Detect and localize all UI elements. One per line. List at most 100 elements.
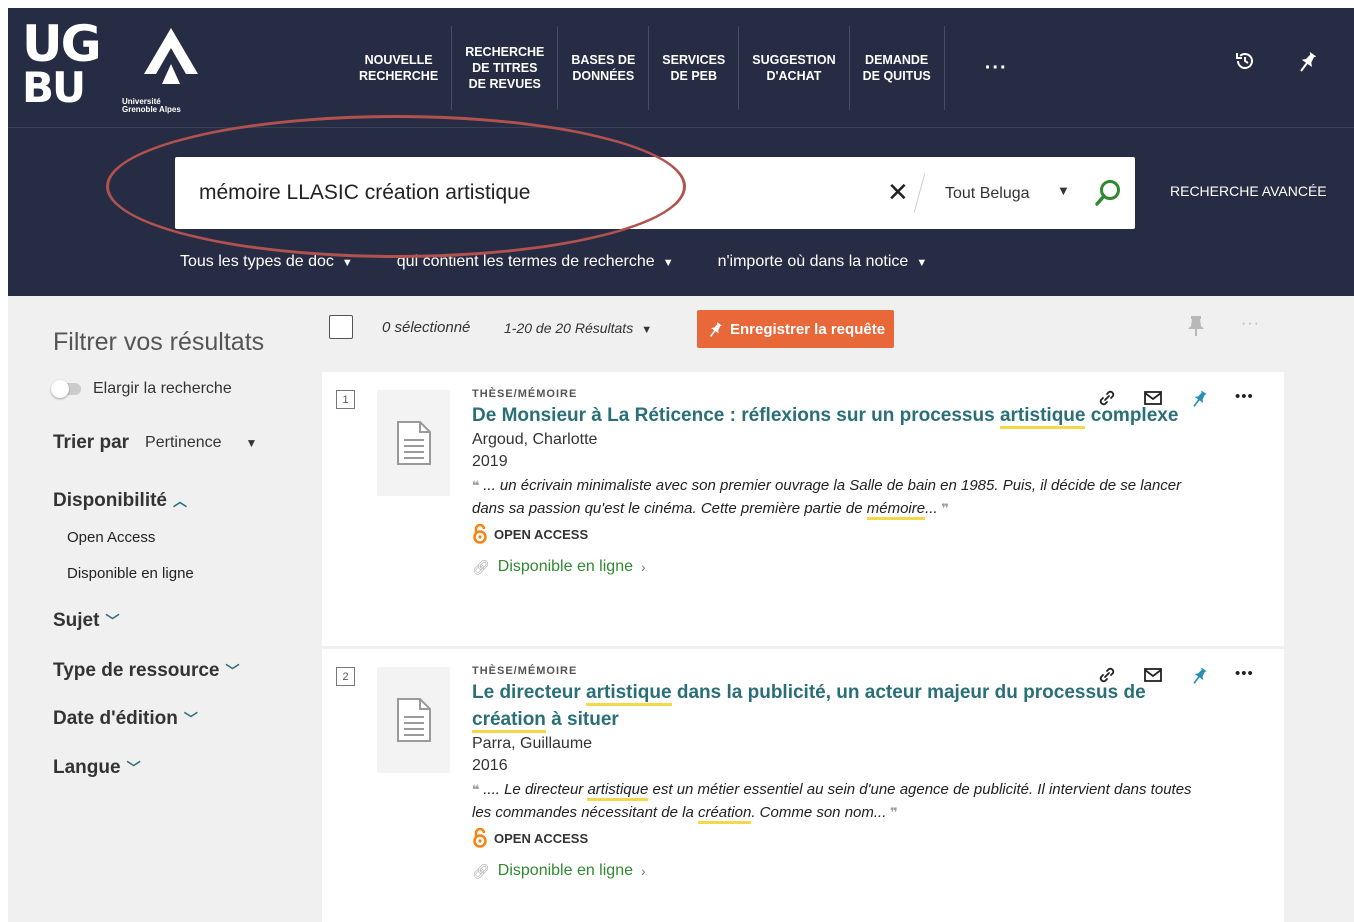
pin-icon[interactable]: [1187, 315, 1205, 342]
title-text: Le directeur: [472, 682, 587, 703]
chevron-up-icon: ︿: [173, 493, 187, 509]
save-query-button[interactable]: Enregistrer la requête: [697, 310, 894, 348]
link-icon[interactable]: [1097, 665, 1117, 690]
open-access-badge: OPEN ACCESS: [472, 524, 1212, 544]
toggle-switch[interactable]: [51, 380, 81, 398]
open-access-badge: OPEN ACCESS: [472, 828, 1212, 848]
selected-count: 0 sélectionné: [382, 319, 471, 336]
advanced-search-link[interactable]: RECHERCHE AVANCÉE: [1170, 183, 1327, 199]
chevron-right-icon: ›: [640, 559, 646, 575]
select-all-checkbox[interactable]: [329, 315, 353, 339]
snippet-text: ... un écrivain minimaliste avec son pre…: [472, 477, 1182, 517]
availability-label: Disponible en ligne: [497, 558, 633, 575]
result-number: 1: [336, 390, 355, 409]
result-snippet: ❝ ... un écrivain minimaliste avec son p…: [472, 474, 1212, 520]
result-snippet: ❝ .... Le directeur artistique est un mé…: [472, 778, 1212, 824]
more-icon[interactable]: •••: [1235, 388, 1254, 413]
snippet-highlight: artistique: [587, 781, 649, 801]
top-navigation-bar: UG BU Université Grenoble Alpes NOUVELLE…: [8, 8, 1354, 127]
search-filters-row: Tous les types de doc ▼ qui contient les …: [180, 253, 927, 271]
nav-peb-services[interactable]: SERVICES DE PEB: [649, 25, 740, 110]
results-count-dropdown[interactable]: 1-20 de 20 Résultats ▼: [504, 320, 652, 336]
quote-open-icon: ❝: [472, 478, 484, 493]
facet-subject[interactable]: Sujet ﹀: [53, 610, 119, 632]
quote-open-icon: ❝: [472, 782, 484, 797]
availability-link[interactable]: 🔗︎ Disponible en ligne ›: [472, 558, 1212, 576]
result-year: 2016: [472, 757, 508, 774]
search-divider: [913, 173, 926, 213]
nav-purchase-suggestion[interactable]: SUGGESTION D'ACHAT: [739, 25, 850, 110]
title-text: dans la publicité, un acteur majeur du p…: [671, 682, 1146, 703]
quote-close-icon: ❞: [886, 805, 898, 820]
facet-publication-date-label: Date d'édition: [53, 708, 178, 729]
document-icon[interactable]: [377, 390, 450, 496]
email-icon[interactable]: [1143, 665, 1163, 690]
snippet-highlight: création: [697, 804, 752, 824]
link-icon: 🔗︎: [472, 558, 490, 575]
field-label: n'importe où dans la notice: [717, 253, 909, 270]
link-icon[interactable]: [1097, 388, 1117, 413]
result-number: 2: [336, 667, 355, 686]
facet-availability[interactable]: Disponibilité ︿: [53, 490, 187, 512]
facet-subject-label: Sujet: [53, 610, 100, 631]
result-author: Parra, Guillaume: [472, 735, 593, 752]
open-access-label: OPEN ACCESS: [494, 526, 589, 542]
title-text: De Monsieur à La Réticence : réflexions …: [472, 405, 1000, 426]
chevron-down-icon: ▼: [916, 257, 928, 269]
save-query-label: Enregistrer la requête: [729, 320, 886, 338]
title-highlight: artistique: [999, 405, 1086, 429]
logo-line2: BU: [22, 63, 86, 112]
expand-search-label: Elargir la recherche: [93, 380, 232, 397]
availability-label: Disponible en ligne: [497, 862, 633, 879]
quote-close-icon: ❞: [937, 501, 949, 516]
pin-icon[interactable]: [1189, 388, 1209, 413]
nav-new-search[interactable]: NOUVELLE RECHERCHE: [346, 25, 453, 110]
result-card[interactable]: 2 THÈSE/MÉMOIRE Le directeur artistique …: [322, 649, 1284, 922]
facet-language[interactable]: Langue ﹀: [53, 757, 141, 779]
history-icon[interactable]: [1232, 48, 1258, 74]
result-content: THÈSE/MÉMOIRE De Monsieur à La Réticence…: [472, 388, 1212, 576]
logo-chevron-icon: [144, 28, 198, 84]
sort-label: Trier par: [53, 432, 130, 453]
expand-search-toggle[interactable]: Elargir la recherche: [51, 380, 232, 398]
more-icon[interactable]: ···: [1241, 315, 1260, 333]
chevron-down-icon: ﹀: [126, 760, 141, 776]
chevron-down-icon[interactable]: ▼: [1057, 183, 1070, 198]
ugabu-logo[interactable]: UG BU Université Grenoble Alpes: [22, 18, 212, 118]
facet-resource-type-label: Type de ressource: [53, 660, 220, 681]
nav-journal-titles[interactable]: RECHERCHE DE TITRES DE REVUES: [452, 25, 559, 110]
chevron-down-icon: ▼: [341, 257, 353, 269]
result-actions: •••: [1097, 388, 1254, 413]
nav-more-icon[interactable]: ···: [945, 26, 1048, 110]
nav-databases[interactable]: BASES DE DONNÉES: [558, 25, 650, 110]
chevron-right-icon: ›: [640, 863, 646, 879]
result-card[interactable]: 1 THÈSE/MÉMOIRE De Monsieur à La Réticen…: [322, 372, 1284, 646]
open-access-icon: [473, 524, 487, 544]
field-dropdown[interactable]: n'importe où dans la notice ▼: [718, 253, 928, 271]
chevron-down-icon: ▼: [662, 257, 674, 269]
facet-language-label: Langue: [53, 757, 121, 778]
open-access-label: OPEN ACCESS: [494, 830, 589, 846]
facet-option-open-access[interactable]: Open Access: [67, 529, 155, 546]
facet-publication-date[interactable]: Date d'édition ﹀: [53, 708, 198, 730]
sort-select[interactable]: Pertinence: [145, 434, 222, 452]
clear-icon[interactable]: ✕: [887, 177, 909, 208]
search-icon[interactable]: [1092, 177, 1124, 214]
logo-subtitle-2: Grenoble Alpes: [122, 105, 181, 114]
more-icon[interactable]: •••: [1235, 665, 1254, 690]
facet-option-online[interactable]: Disponible en ligne: [67, 565, 194, 582]
snippet-highlight: mémoire: [866, 500, 926, 520]
title-highlight: artistique: [586, 682, 672, 706]
search-scope-select[interactable]: Tout Beluga: [945, 185, 1030, 203]
pin-icon[interactable]: [1189, 665, 1209, 690]
filter-title: Filtrer vos résultats: [53, 328, 265, 356]
pin-icon: [709, 322, 722, 337]
snippet-text: ...: [925, 500, 938, 517]
nav-quitus-request[interactable]: DEMANDE DE QUITUS: [850, 25, 945, 110]
email-icon[interactable]: [1143, 388, 1163, 413]
facet-resource-type[interactable]: Type de ressource ﹀: [53, 660, 240, 682]
pin-icon[interactable]: [1294, 48, 1320, 74]
document-icon[interactable]: [377, 667, 450, 773]
availability-link[interactable]: 🔗︎ Disponible en ligne ›: [472, 862, 1212, 880]
chevron-down-icon[interactable]: ▼: [246, 436, 258, 450]
